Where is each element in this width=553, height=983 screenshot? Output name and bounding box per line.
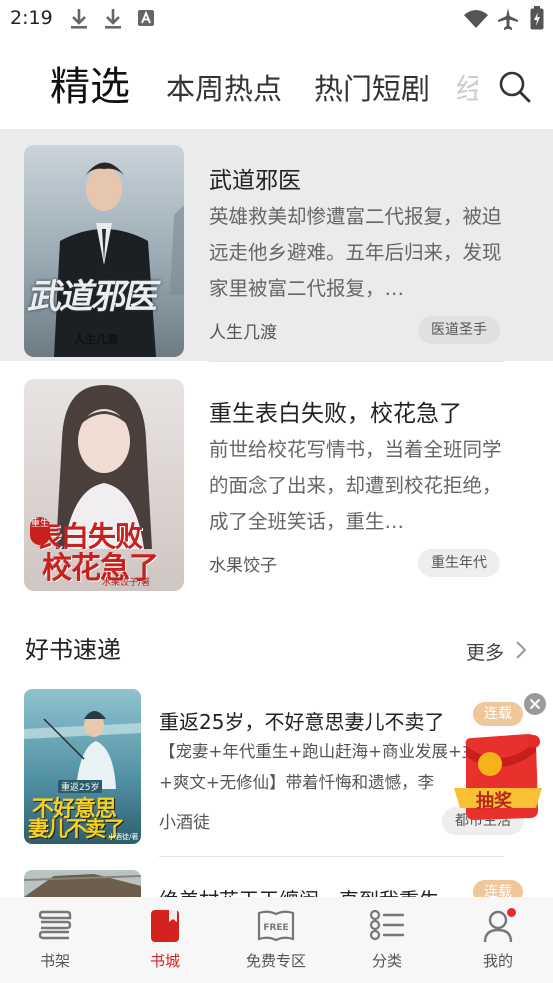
tab-hot-dramas[interactable]: 热门短剧 (314, 66, 430, 108)
free-book-icon: FREE (257, 910, 295, 942)
serial-badge: 连载 (473, 880, 523, 897)
cover-author-text: 人生几渡 (74, 333, 118, 346)
nav-category[interactable]: 分类 (332, 897, 442, 983)
chevron-right-icon[interactable] (515, 640, 527, 660)
book-title: 重生表白失败，校花急了 (209, 401, 462, 427)
serial-badge: 连载 (473, 702, 523, 726)
book-cover: 重返25岁 不好意思 妻儿不卖了 小酒徒/著 (24, 689, 141, 844)
close-icon (530, 699, 540, 709)
section-title: 好书速递 (25, 636, 121, 664)
book-author: 水果饺子 (209, 556, 277, 576)
genre-tag: 重生年代 (418, 549, 500, 577)
genre-tag: 医道圣手 (418, 316, 500, 344)
category-list-icon (369, 909, 405, 941)
book-title: 重返25岁，不好意思妻儿不卖了 (159, 710, 445, 734)
tab-partial[interactable]: 经 (456, 66, 478, 108)
nav-label: 书架 (39, 952, 70, 970)
free-icon-text: FREE (263, 923, 288, 933)
more-link[interactable]: 更多 (466, 638, 504, 665)
divider (159, 856, 504, 857)
notification-dot (507, 908, 516, 917)
search-icon[interactable] (498, 70, 532, 104)
featured-book-item[interactable]: 表白失败 校花急了 重生 水果饺子/著 重生表白失败，校花急了 前世给校花写情书… (0, 362, 553, 594)
book-author: 小酒徒 (159, 813, 210, 833)
download-icon (71, 9, 87, 29)
bottom-nav: 书架 书城 FREE 免费专区 分类 我的 (0, 897, 553, 983)
battery-charging-icon (530, 6, 544, 30)
wifi-icon (464, 10, 488, 28)
book-title: 绝美村花天天缠闹，直到我重生 (159, 884, 439, 897)
book-description: 前世给校花写情书，当着全班同学的面念了出来，却遭到校花拒绝，成了全班笑话，重生… (209, 438, 502, 533)
nav-label: 分类 (371, 952, 402, 970)
book-author: 人生几渡 (209, 323, 277, 343)
notification-dot (527, 735, 540, 748)
status-bar: 2:19 (0, 0, 553, 40)
close-float-button[interactable] (524, 693, 546, 715)
airplane-mode-icon (498, 8, 518, 30)
nav-bookstore[interactable]: 书城 (110, 897, 220, 983)
book-title: 武道邪医 (209, 168, 301, 194)
download-icon (105, 9, 121, 29)
tab-weekly-hot[interactable]: 本周热点 (166, 66, 282, 108)
status-time: 2:19 (10, 7, 53, 29)
cover-badge: 重生 (30, 517, 50, 545)
tab-featured[interactable]: 精选 (50, 54, 130, 112)
top-tab-bar: 精选 本周热点 热门短剧 经 (0, 40, 553, 128)
book-description: 英雄救美却惨遭富二代报复，被迫远走他乡避难。五年后归来，发现家里被富二代报复，… (209, 205, 502, 300)
nav-label: 我的 (482, 952, 513, 970)
bookshelf-icon (38, 910, 72, 940)
nav-profile[interactable]: 我的 (443, 897, 553, 983)
cover-title-text: 武道邪医 (25, 277, 162, 317)
list-item-clip: 绝美村花天天缠闹，直到我重生 连载 (0, 870, 553, 897)
text-a-icon (138, 10, 154, 26)
book-cover: 表白失败 校花急了 重生 水果饺子/著 (24, 379, 184, 591)
nav-bookshelf[interactable]: 书架 (0, 897, 110, 983)
book-description: 【宠妻+年代重生+跑山赶海+商业发展+主+爽文+无修仙】带着忏悔和遗憾，李 (159, 742, 479, 792)
book-cover: 武道邪医 人生几渡 (24, 145, 184, 357)
nav-label: 书城 (149, 952, 180, 970)
featured-book-item[interactable]: 武道邪医 人生几渡 武道邪医 英雄救美却惨遭富二代报复，被迫远走他乡避难。五年后… (0, 129, 553, 361)
bookstore-icon (151, 910, 179, 942)
nav-label: 免费专区 (245, 952, 306, 970)
cover-author-text: 水果饺子/著 (102, 578, 151, 588)
lottery-label: 抽奖 (476, 791, 512, 812)
nav-free-zone[interactable]: FREE 免费专区 (221, 897, 331, 983)
cover-author-text: 小酒徒/著 (108, 833, 139, 841)
